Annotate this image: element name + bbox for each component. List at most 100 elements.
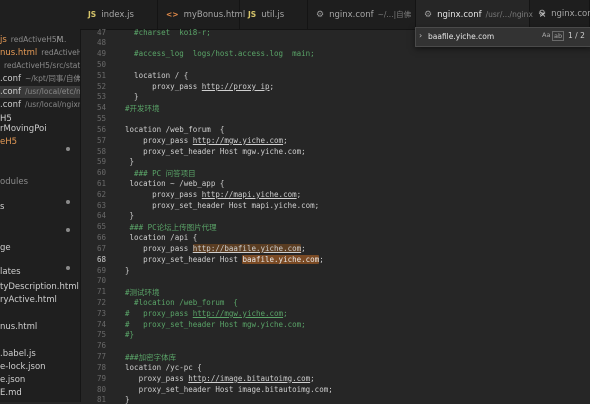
- code-url-link[interactable]: http://mapi.yiche.com: [202, 190, 297, 199]
- sidebar-item-path: redActiveH...: [41, 48, 80, 57]
- code-line[interactable]: }: [116, 92, 139, 101]
- code-line[interactable]: proxy_set_header Host image.bitautoimg.c…: [116, 385, 333, 394]
- code-area[interactable]: #charset koi8-r; #access_log logs/host.a…: [116, 28, 590, 404]
- tab-nginx-conf[interactable]: ⚙ nginx.conf/usr/.../nginx ×: [416, 0, 546, 29]
- toggle-replace-chevron-icon[interactable]: ›: [419, 31, 422, 40]
- sidebar-item[interactable]: rMovingPoi: [0, 123, 47, 135]
- sidebar-item[interactable]: e-lock.json: [0, 361, 46, 373]
- code-line[interactable]: # proxy_pass http://mgw.yiche.com;: [116, 309, 288, 318]
- sidebar-item-path: ~/kpt/同事/自佛: [24, 74, 81, 83]
- code-line[interactable]: proxy_pass http://mapi.yiche.com;: [116, 190, 301, 199]
- code-line[interactable]: ###加密字体库: [116, 352, 176, 363]
- line-number: 62: [96, 189, 106, 199]
- code-line[interactable]: }: [116, 395, 130, 404]
- sidebar-item[interactable]: .conf/usr/local/etc/ngin: [0, 86, 80, 98]
- code-line[interactable]: location /api {: [116, 233, 198, 242]
- code-line[interactable]: # proxy_set_header Host mgw.yiche.com;: [116, 320, 306, 329]
- tab-util-js[interactable]: JS util.js: [240, 0, 308, 29]
- line-number: 77: [96, 352, 106, 362]
- code-line[interactable]: proxy_pass http://proxy_ip;: [116, 82, 274, 91]
- code-line[interactable]: location /web_forum {: [116, 125, 224, 134]
- sidebar-item-label: lates: [0, 267, 21, 277]
- html-file-icon: <>: [166, 10, 179, 19]
- code-line[interactable]: }: [116, 211, 135, 220]
- code-text: ;: [269, 81, 275, 91]
- code-text: ;: [296, 189, 302, 199]
- code-url-link[interactable]: http://mgw.yiche.com: [193, 309, 283, 318]
- sidebar-item-label: odules: [0, 177, 29, 187]
- code-line[interactable]: proxy_pass http://image.bitautoimg.com;: [116, 374, 315, 383]
- code-line[interactable]: #location /web_forum {: [116, 298, 238, 307]
- gear-icon: ⚙: [424, 10, 433, 20]
- sidebar-item-label: s: [0, 202, 5, 212]
- sidebar-item[interactable]: .babel.js: [0, 348, 36, 360]
- code-line[interactable]: proxy_set_header Host mgw.yiche.com;: [116, 147, 306, 156]
- sidebar-item-label: rMovingPoi: [0, 124, 47, 134]
- changes-dot-icon: [66, 200, 70, 204]
- code-line[interactable]: proxy_set_header Host baafile.yiche.com;: [116, 254, 324, 264]
- code-line[interactable]: }: [116, 157, 135, 166]
- sidebar-item[interactable]: odules: [0, 176, 28, 188]
- code-url-link[interactable]: http://baafile.yiche.com: [192, 243, 302, 253]
- sidebar-item[interactable]: redActiveH5/src/stati...: [0, 60, 80, 72]
- line-number: 67: [96, 243, 106, 253]
- line-number: 76: [96, 341, 106, 351]
- code-line[interactable]: location ~ /web_app {: [116, 179, 225, 188]
- sidebar-item[interactable]: e.json: [0, 374, 25, 386]
- tab-label: nginx.conf: [329, 10, 374, 20]
- line-number: 73: [96, 308, 106, 318]
- sidebar-item[interactable]: s: [0, 201, 4, 213]
- sidebar-item[interactable]: js redActiveH5/... M: [0, 34, 66, 46]
- line-number: 79: [96, 373, 106, 383]
- code-text: # proxy_pass: [116, 308, 193, 318]
- line-number: 55: [96, 114, 106, 124]
- sidebar-item[interactable]: nus.html: [0, 321, 37, 333]
- code-url-link[interactable]: http://proxy_ip: [202, 82, 270, 91]
- code-line[interactable]: ### PC 问答项目: [116, 168, 196, 179]
- code-line[interactable]: #开发环境: [116, 103, 160, 114]
- code-url-link[interactable]: http://image.bitautoimg.com: [188, 374, 310, 383]
- sidebar-item[interactable]: eH5: [0, 136, 17, 148]
- line-number: 57: [96, 135, 106, 145]
- tab-label: index.js: [101, 10, 134, 20]
- sidebar-item[interactable]: lates: [0, 266, 21, 278]
- code-line[interactable]: }: [116, 266, 130, 275]
- tab-label: nginx.conf: [551, 9, 590, 19]
- code-editor[interactable]: 47 48 49 50 51 52 53 54 55 56 57 58 59 60 61 62 63 64 65 66…: [80, 28, 590, 404]
- code-line[interactable]: ### PC论坛上传图片代理: [116, 222, 217, 233]
- code-line[interactable]: location / {: [116, 71, 188, 80]
- match-case-toggle[interactable]: Aa: [542, 31, 550, 39]
- code-url-link[interactable]: http://mgw.yiche.com: [193, 136, 283, 145]
- line-number: 81: [96, 395, 106, 404]
- code-line[interactable]: proxy_set_header Host mapi.yiche.com;: [116, 201, 319, 210]
- code-line[interactable]: #charset koi8-r;: [116, 28, 211, 37]
- code-line[interactable]: proxy_pass http://mgw.yiche.com;: [116, 136, 288, 145]
- match-whole-word-toggle[interactable]: ab: [552, 31, 565, 41]
- sidebar-item-path: /usr/local/ngixn/c...: [24, 100, 80, 109]
- code-line[interactable]: proxy_pass http://baafile.yiche.com;: [116, 243, 306, 253]
- tab-index-js[interactable]: JS index.js: [80, 0, 158, 29]
- gear-icon: ⚙: [538, 9, 547, 19]
- sidebar-item[interactable]: ge: [0, 242, 11, 254]
- sidebar-item[interactable]: tyDescription.html: [0, 281, 79, 293]
- sidebar-item-label: nus.html: [0, 48, 38, 58]
- sidebar-item[interactable]: E.md: [0, 387, 22, 399]
- sidebar-item-label: js: [0, 35, 7, 45]
- line-number: 78: [96, 362, 106, 372]
- line-number: 58: [96, 146, 106, 156]
- tab-nginx-conf[interactable]: ⚙ nginx.conf: [530, 0, 590, 29]
- code-line[interactable]: location /yc-pc {: [116, 363, 202, 372]
- sidebar-item[interactable]: .conf/usr/local/ngixn/c...: [0, 99, 80, 111]
- sidebar-item[interactable]: .conf ~/kpt/同事/自佛: [0, 73, 81, 85]
- sidebar-item[interactable]: ryActive.html: [0, 294, 57, 306]
- tab-path: /usr/.../nginx: [485, 10, 533, 19]
- code-line[interactable]: #测试环境: [116, 287, 160, 298]
- find-input[interactable]: baafile.yiche.com: [428, 30, 538, 43]
- changes-dot-icon: [66, 147, 70, 151]
- sidebar-item[interactable]: nus.htmlredActiveH...: [0, 47, 80, 59]
- tab-nginx-conf[interactable]: ⚙ nginx.conf ~/...|自佛: [308, 0, 416, 29]
- code-line[interactable]: #access_log logs/host.access.log main;: [116, 49, 315, 58]
- code-line[interactable]: #}: [116, 330, 134, 339]
- tab-myBonus-html[interactable]: <> myBonus.html: [158, 0, 245, 29]
- tab-label: util.js: [261, 10, 285, 20]
